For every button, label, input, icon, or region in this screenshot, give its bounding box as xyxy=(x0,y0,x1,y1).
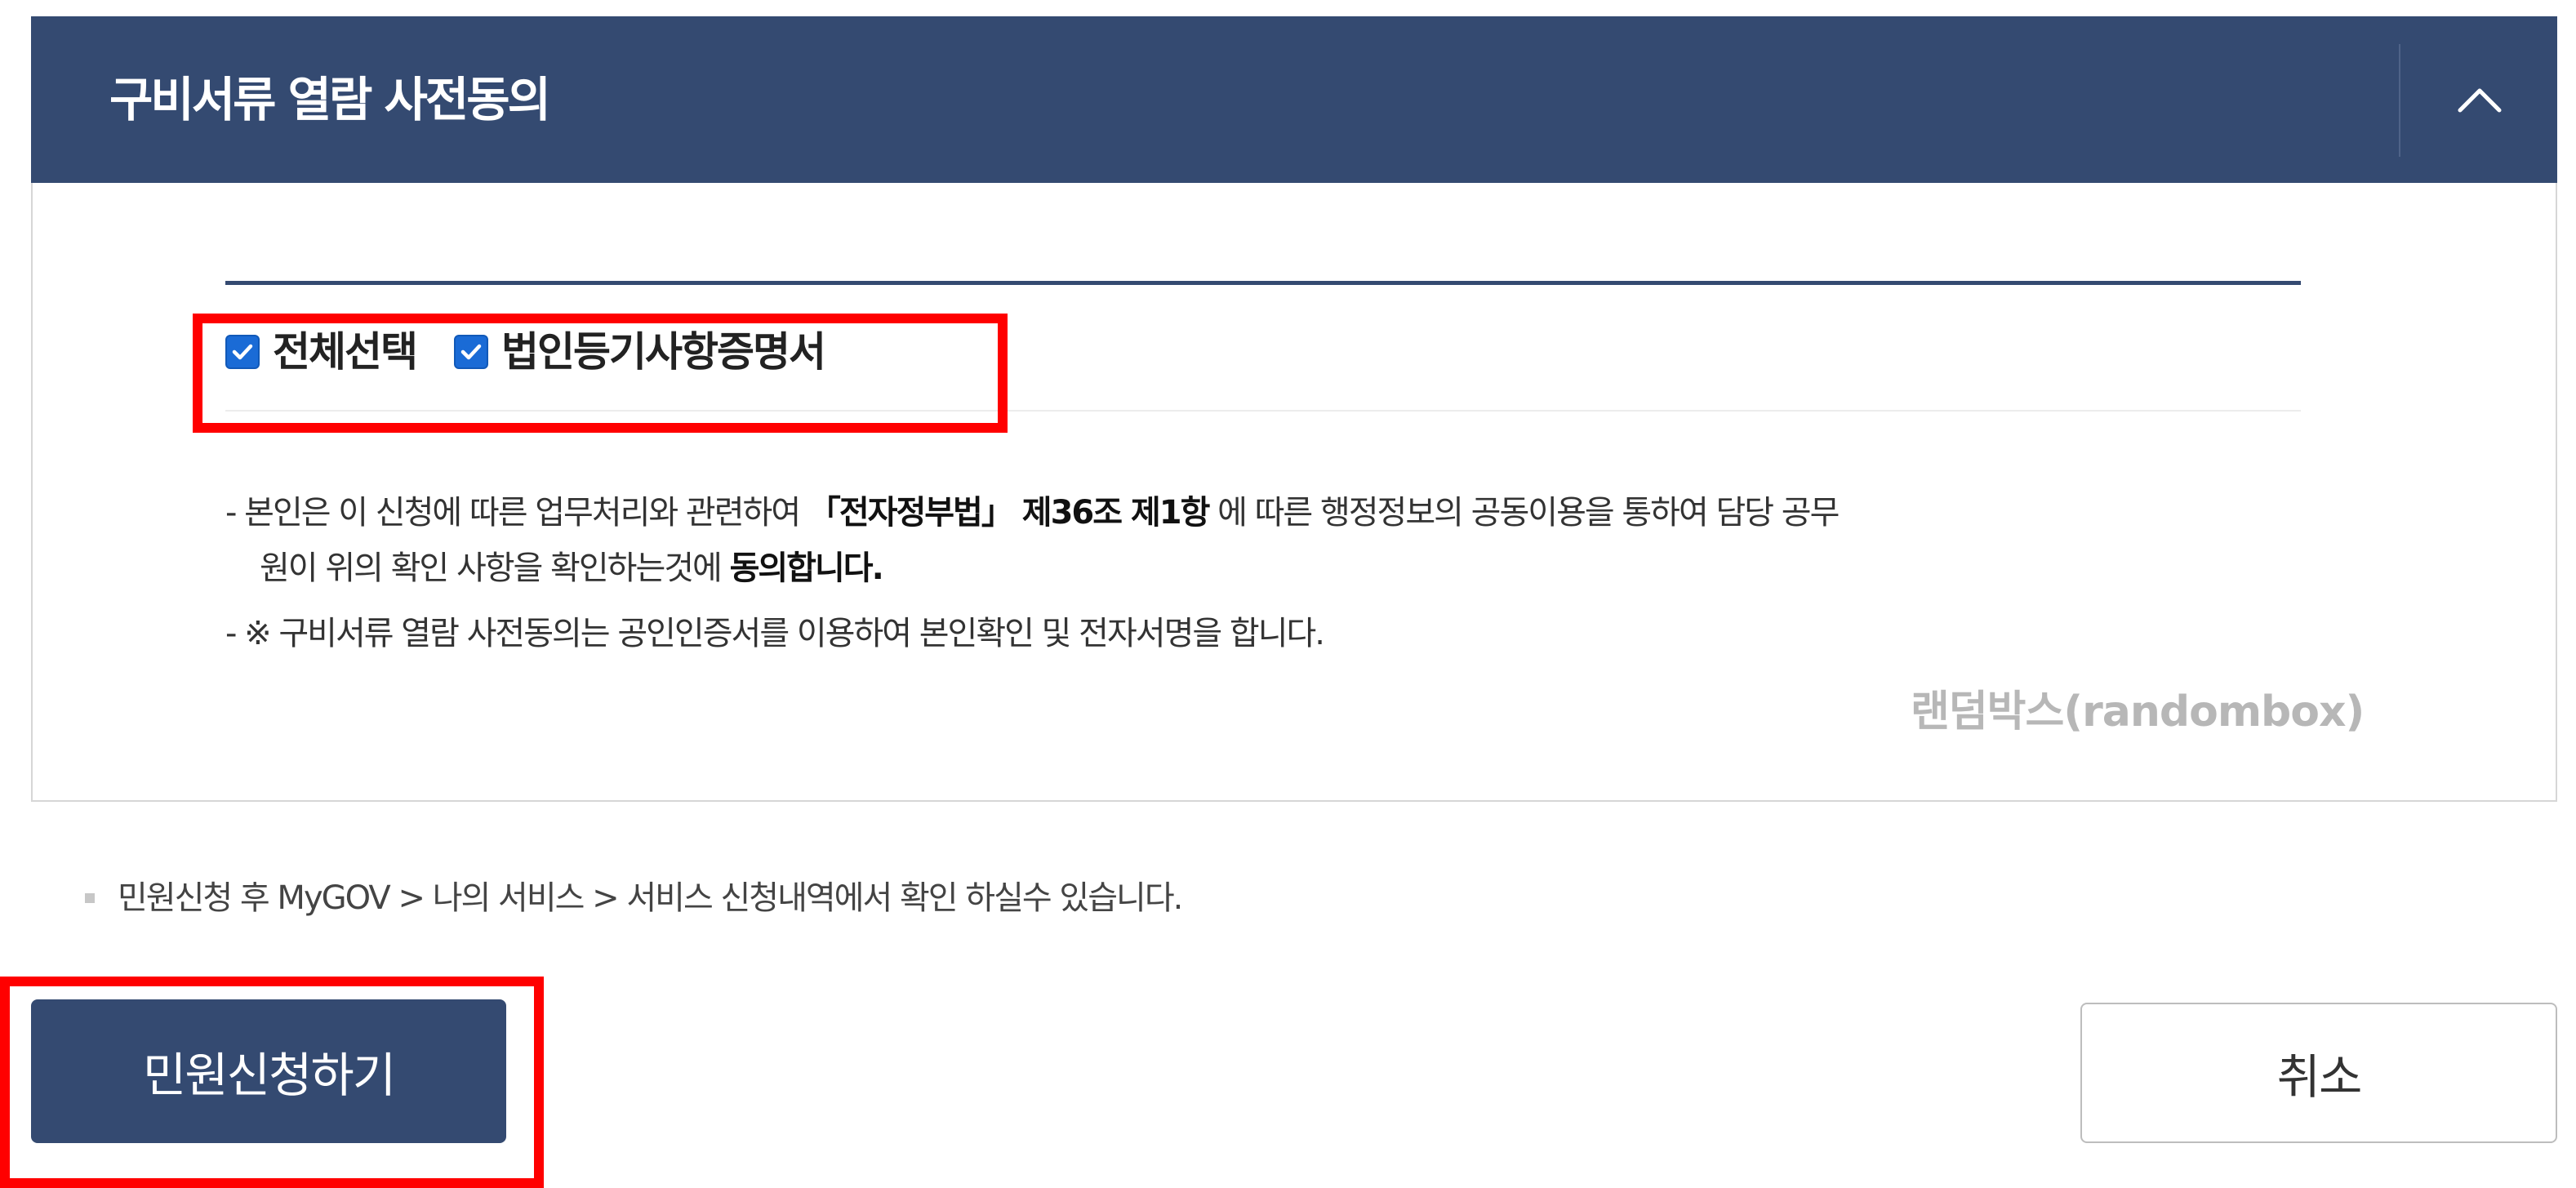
corporate-registry-checkbox[interactable]: 법인등기사항증명서 xyxy=(454,327,826,376)
page: 구비서류 열람 사전동의 전체선택 법인등기사항증명서 - 본인은 이 신청에 … xyxy=(0,0,2576,1188)
law-reference: 「전자정부법」 제36조 제1항 xyxy=(808,494,1211,532)
consent-panel: 구비서류 열람 사전동의 xyxy=(31,16,2557,802)
panel-header[interactable]: 구비서류 열람 사전동의 xyxy=(31,16,2557,183)
notice-line-1: - 본인은 이 신청에 따른 업무처리와 관련하여 「전자정부법」 제36조 제… xyxy=(225,494,1840,532)
notice-line-3: - ※ 구비서류 열람 사전동의는 공인인증서를 이용하여 본인확인 및 전자서… xyxy=(225,615,1325,652)
header-divider xyxy=(2399,44,2400,157)
panel-title: 구비서류 열람 사전동의 xyxy=(109,72,551,127)
consent-notice: - 본인은 이 신청에 따른 업무처리와 관련하여 「전자정부법」 제36조 제… xyxy=(225,482,2316,665)
info-line: 민원신청 후 MyGOV > 나의 서비스 > 서비스 신청내역에서 확인 하실… xyxy=(85,874,1183,923)
select-all-checkbox[interactable]: 전체선택 xyxy=(225,327,418,376)
table-top-rule xyxy=(225,281,2301,285)
notice-line-2: 원이 위의 확인 사항을 확인하는것에 동의합니다. xyxy=(260,550,884,587)
info-text: 민원신청 후 MyGOV > 나의 서비스 > 서비스 신청내역에서 확인 하실… xyxy=(118,879,1183,917)
agree-text: 동의합니다. xyxy=(729,550,884,587)
row-divider xyxy=(225,410,2301,412)
checkbox-checked[interactable] xyxy=(225,335,260,369)
chevron-up-icon xyxy=(2458,88,2502,113)
watermark: 랜덤박스(randombox) xyxy=(1911,687,2365,736)
checkmark-icon xyxy=(232,344,253,360)
checkmark-icon xyxy=(460,344,482,360)
bullet-icon xyxy=(85,893,95,903)
submit-application-button[interactable]: 민원신청하기 xyxy=(31,999,506,1143)
corporate-registry-label: 법인등기사항증명서 xyxy=(501,328,826,376)
collapse-toggle-button[interactable] xyxy=(2402,16,2557,183)
consent-checkbox-row: 전체선택 법인등기사항증명서 xyxy=(225,315,826,389)
cancel-button[interactable]: 취소 xyxy=(2080,1003,2557,1143)
select-all-label: 전체선택 xyxy=(273,328,418,376)
checkbox-checked[interactable] xyxy=(454,335,488,369)
